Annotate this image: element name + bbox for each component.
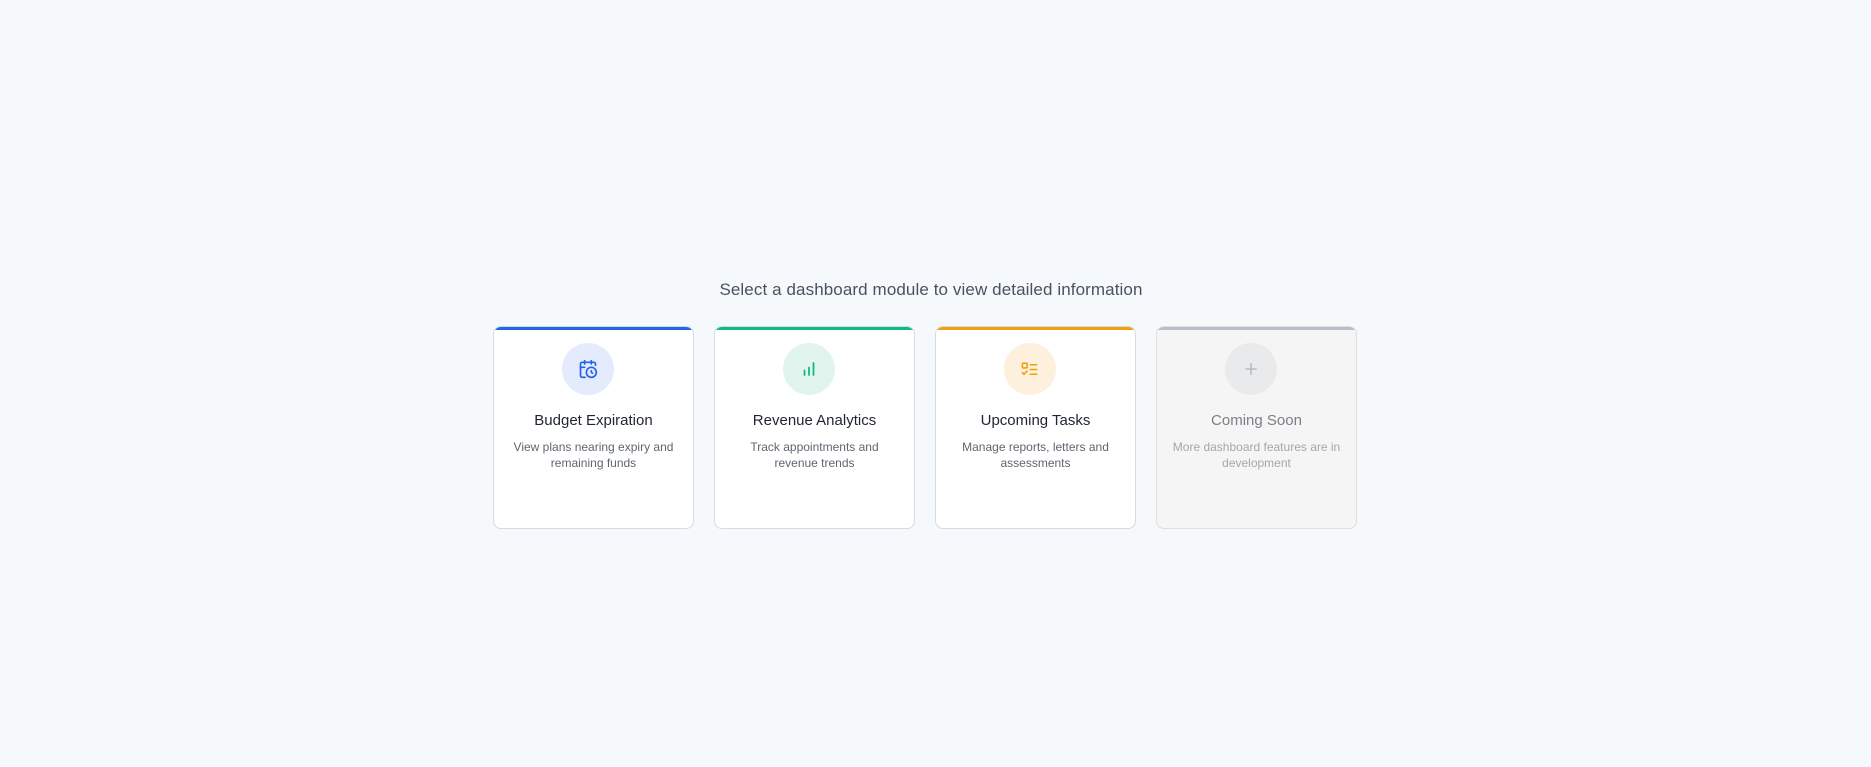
- plus-icon: [1244, 363, 1257, 375]
- card-description: Manage reports, letters and assessments: [962, 440, 1109, 470]
- module-cards: Budget Expiration View plans nearing exp…: [493, 326, 1357, 529]
- card-description: View plans nearing expiry and remaining …: [513, 440, 674, 470]
- card-icon-circle: [561, 343, 614, 395]
- card-title: Revenue Analytics: [752, 412, 877, 429]
- card-icon-circle: [1003, 343, 1056, 395]
- card-accent-bar: [494, 327, 693, 330]
- coming-soon-card: Coming Soon More dashboard features are …: [1156, 326, 1357, 529]
- card-accent-bar: [715, 327, 914, 330]
- card-title: Coming Soon: [1211, 412, 1302, 429]
- card-title: Upcoming Tasks: [980, 412, 1091, 429]
- revenue-analytics-card[interactable]: Revenue Analytics Track appointments and…: [714, 326, 915, 529]
- page-subtitle: Select a dashboard module to view detail…: [719, 280, 1143, 299]
- card-accent-bar: [1157, 327, 1356, 330]
- card-icon-circle: [782, 343, 835, 395]
- card-accent-bar: [936, 327, 1135, 330]
- card-description: More dashboard features are in developme…: [1172, 440, 1341, 470]
- dashboard-module-selector: Select a dashboard module to view detail…: [0, 0, 1871, 767]
- card-description: Track appointments and revenue trends: [750, 440, 879, 470]
- bar-chart-icon: [803, 362, 814, 376]
- budget-expiration-card[interactable]: Budget Expiration View plans nearing exp…: [493, 326, 694, 529]
- upcoming-tasks-card[interactable]: Upcoming Tasks Manage reports, letters a…: [935, 326, 1136, 529]
- calendar-clock-icon: [579, 359, 597, 379]
- task-list-icon: [1021, 361, 1038, 375]
- card-title: Budget Expiration: [534, 412, 653, 429]
- card-icon-circle: [1224, 343, 1277, 395]
